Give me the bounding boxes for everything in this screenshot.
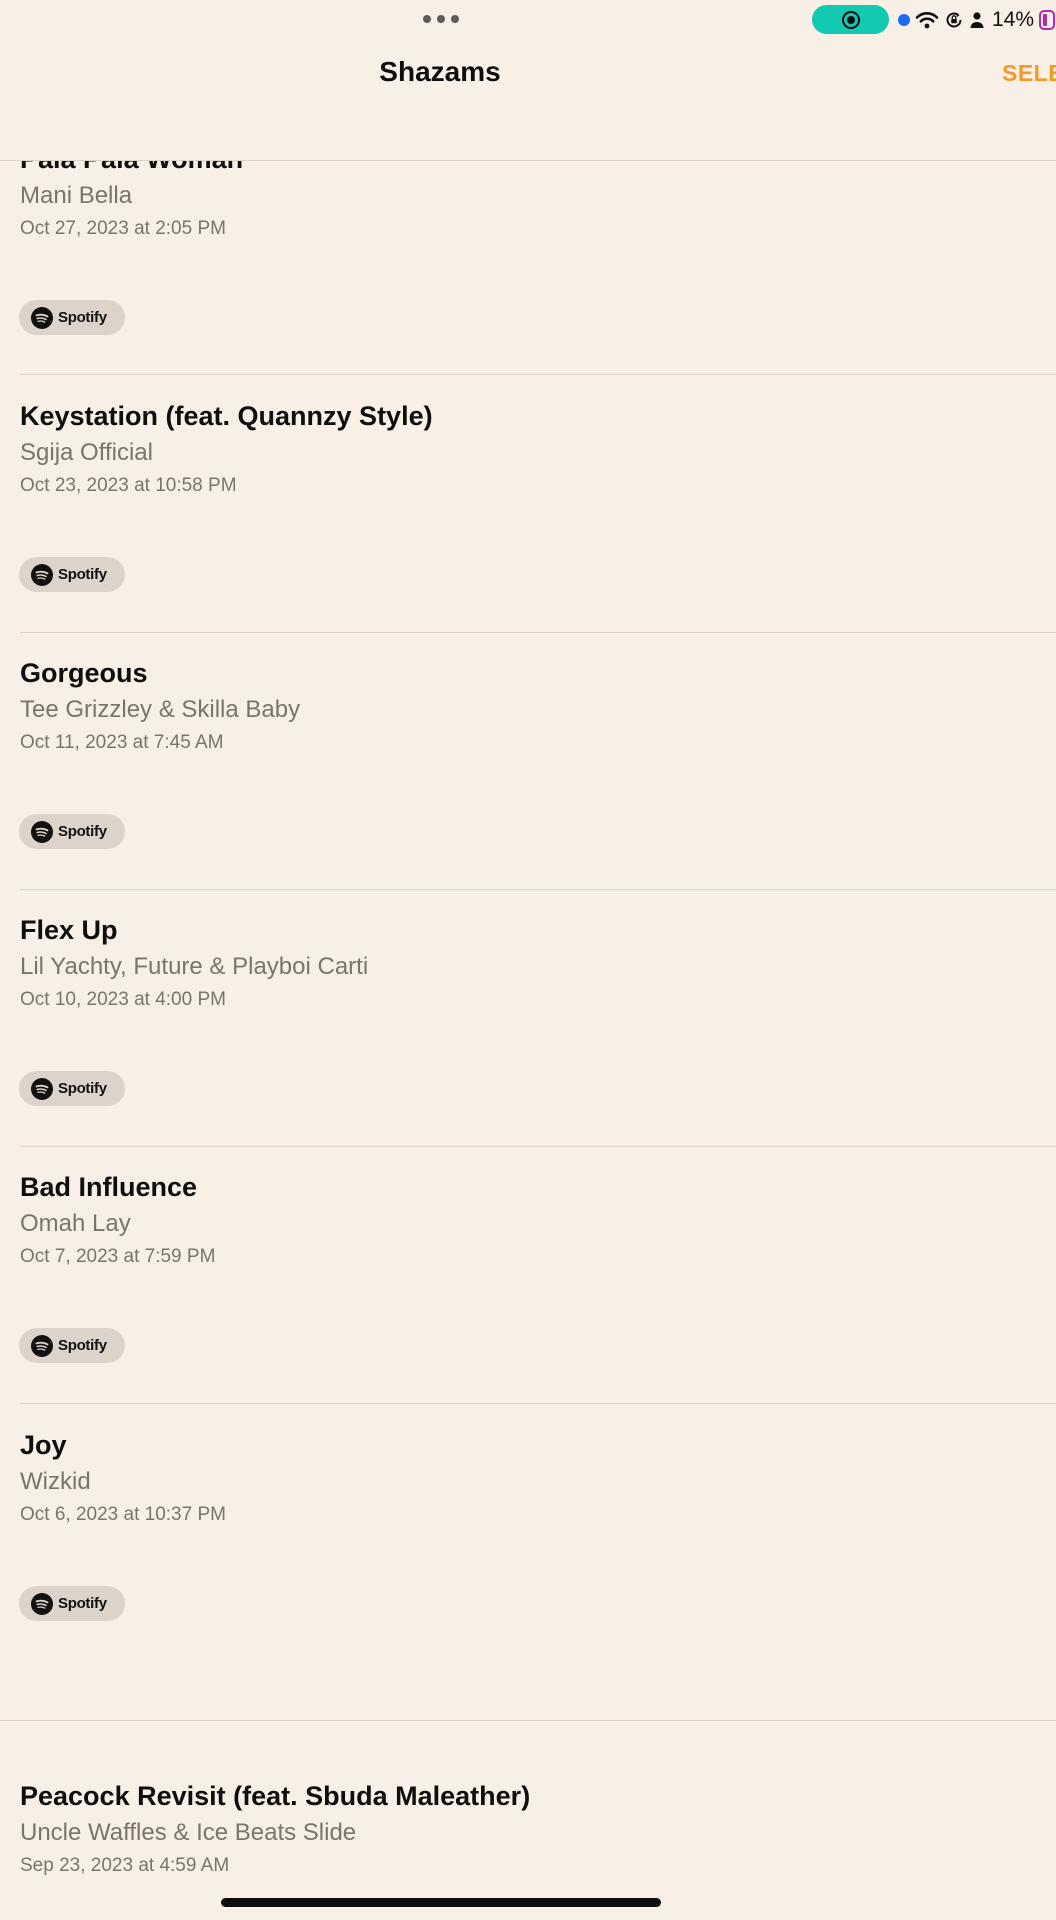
song-title: Flex Up: [20, 915, 118, 945]
spotify-button[interactable]: Spotify: [19, 300, 125, 335]
page-title: Shazams: [379, 56, 501, 87]
song-title: Gorgeous: [20, 658, 148, 688]
song-title: Joy: [20, 1430, 67, 1460]
spotify-icon: [31, 1077, 53, 1100]
orientation-lock-icon: [946, 12, 962, 28]
spotify-icon: [31, 1334, 53, 1357]
song-date: Oct 23, 2023 at 10:58 PM: [20, 475, 237, 496]
song-artist: Omah Lay: [20, 1210, 131, 1237]
status-icons: 14%: [898, 6, 1056, 34]
screen-record-icon[interactable]: [812, 5, 889, 34]
location-dot-icon: [898, 14, 910, 26]
spotify-label: Spotify: [58, 1595, 107, 1612]
song-artist: Sgija Official: [20, 439, 153, 466]
spotify-label: Spotify: [58, 1080, 107, 1097]
song-date: Oct 27, 2023 at 2:05 PM: [20, 218, 226, 239]
divider: [20, 889, 1056, 890]
spotify-label: Spotify: [58, 823, 107, 840]
multitask-dots-icon[interactable]: [423, 14, 459, 24]
spotify-label: Spotify: [58, 1337, 107, 1354]
spotify-label: Spotify: [58, 566, 107, 583]
battery-icon: [1039, 10, 1056, 30]
status-bar: 14%: [0, 0, 1056, 40]
shazam-list[interactable]: Pala Pala Woman Mani Bella Oct 27, 2023 …: [0, 0, 1056, 1920]
navigation-bar: Shazams SELE: [0, 40, 1056, 161]
song-title: Keystation (feat. Quannzy Style): [20, 401, 433, 431]
song-artist: Wizkid: [20, 1468, 91, 1495]
divider: [20, 1146, 1056, 1147]
spotify-icon: [31, 563, 53, 586]
spotify-button[interactable]: Spotify: [19, 1071, 125, 1106]
person-icon: [970, 12, 984, 28]
song-date: Oct 7, 2023 at 7:59 PM: [20, 1246, 216, 1267]
spotify-icon: [31, 820, 53, 843]
song-artist: Mani Bella: [20, 182, 133, 209]
song-date: Sep 23, 2023 at 4:59 AM: [20, 1855, 230, 1876]
spotify-icon: [31, 1592, 53, 1615]
wifi-icon: [915, 12, 939, 29]
home-indicator[interactable]: [221, 1898, 661, 1907]
divider: [20, 1403, 1056, 1404]
spotify-label: Spotify: [58, 309, 107, 326]
spotify-button[interactable]: Spotify: [19, 1328, 125, 1363]
battery-percent: 14%: [992, 8, 1035, 31]
section-divider: [0, 1720, 1056, 1721]
divider: [20, 374, 1056, 375]
song-artist: Tee Grizzley & Skilla Baby: [20, 696, 301, 723]
spotify-button[interactable]: Spotify: [19, 1586, 125, 1621]
select-button[interactable]: SELE: [1002, 60, 1056, 87]
song-artist: Uncle Waffles & Ice Beats Slide: [20, 1819, 357, 1846]
song-title: Bad Influence: [20, 1172, 198, 1202]
spotify-button[interactable]: Spotify: [19, 814, 125, 849]
song-artist: Lil Yachty, Future & Playboi Carti: [20, 953, 369, 980]
spotify-button[interactable]: Spotify: [19, 557, 125, 592]
song-date: Oct 11, 2023 at 7:45 AM: [20, 732, 224, 753]
song-title: Peacock Revisit (feat. Sbuda Maleather): [20, 1781, 531, 1811]
song-date: Oct 10, 2023 at 4:00 PM: [20, 989, 226, 1010]
divider: [20, 632, 1056, 633]
song-date: Oct 6, 2023 at 10:37 PM: [20, 1504, 226, 1525]
spotify-icon: [31, 306, 53, 329]
